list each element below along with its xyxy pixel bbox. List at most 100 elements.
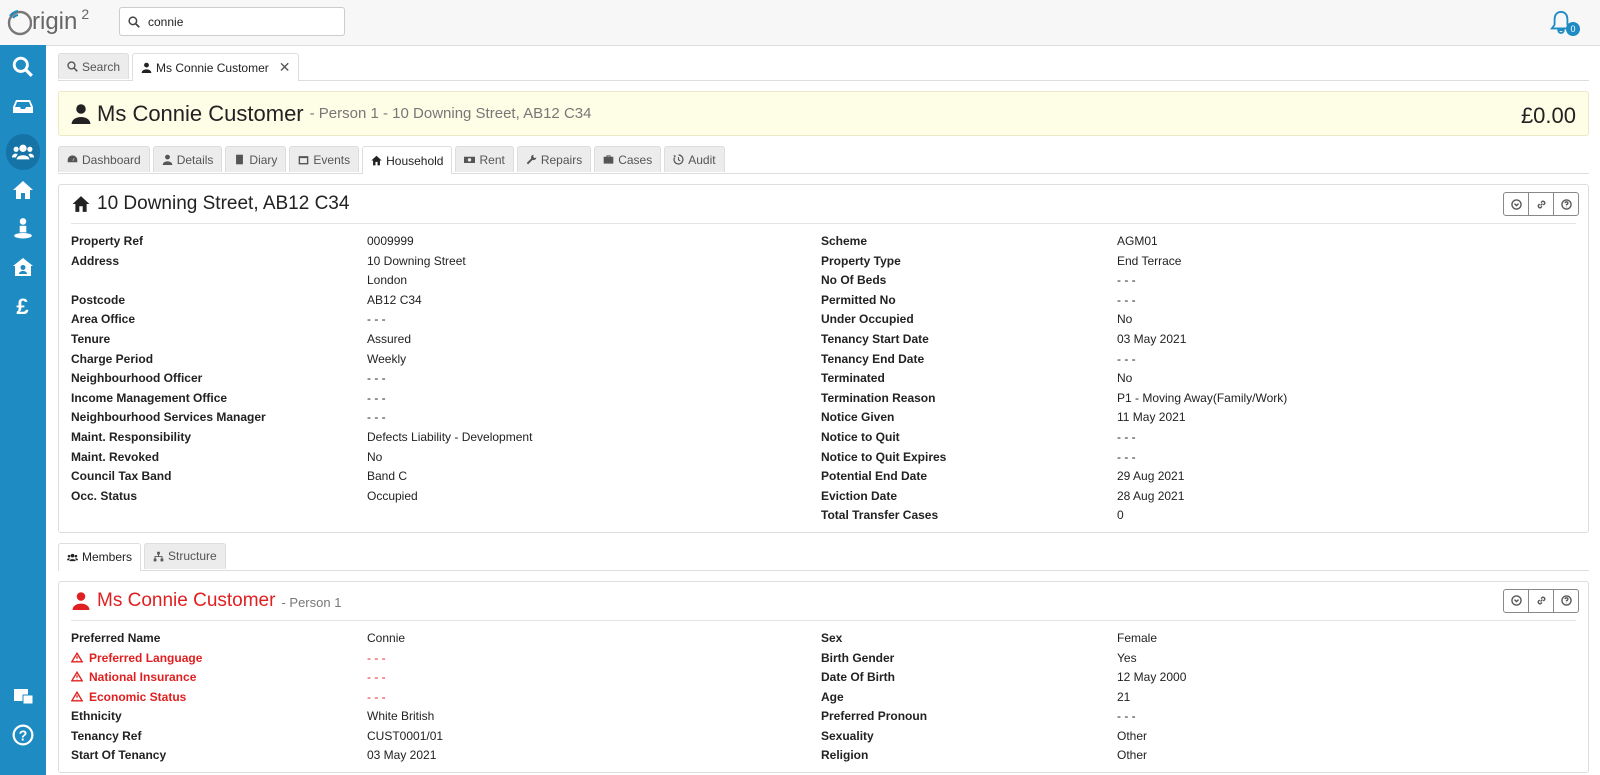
app-logo[interactable]: rigin 2: [6, 6, 89, 38]
field-label: Property Ref: [71, 234, 144, 248]
field-row: Under Occupied No: [821, 310, 1571, 330]
field-label: Notice to Quit: [821, 429, 900, 444]
field-row: Termination Reason P1 - Moving Away(Famil…: [821, 389, 1571, 409]
field-label: Tenancy Start Date: [821, 331, 929, 346]
warning-icon: [70, 651, 84, 662]
link-button[interactable]: [1528, 589, 1553, 612]
sidebar-properties[interactable]: [0, 172, 46, 208]
field-value: 21: [1117, 689, 1131, 704]
help-button[interactable]: [1553, 193, 1578, 215]
field-label: Scheme: [821, 234, 868, 248]
sidebar-search[interactable]: [0, 49, 46, 85]
member-panel: Ms Connie Customer - Person 1 Preferred …: [58, 580, 1589, 774]
member-subtitle: - Person 1: [281, 595, 342, 611]
notifications-button[interactable]: 0: [1550, 10, 1580, 36]
sidebar-person-location[interactable]: [0, 210, 46, 246]
users-icon: [12, 144, 34, 160]
global-search[interactable]: [119, 7, 345, 36]
question-circle-icon: [1560, 595, 1572, 607]
tab-diary[interactable]: Diary: [225, 146, 287, 172]
field-value: 03 May 2021: [1117, 331, 1187, 346]
tab-members[interactable]: Members: [58, 542, 142, 571]
tab-cases[interactable]: Cases: [594, 146, 662, 172]
field-row: Ethnicity White British: [71, 707, 821, 727]
users-icon: [67, 553, 78, 562]
tab-household[interactable]: Household: [362, 146, 453, 174]
field-row: Eviction Date 28 Aug 2021: [821, 487, 1571, 507]
tab-audit[interactable]: Audit: [664, 146, 725, 172]
tab-person[interactable]: Ms Connie Customer ✕: [132, 53, 300, 81]
sidebar-inbox[interactable]: [0, 88, 46, 124]
tab-events[interactable]: Events: [289, 146, 360, 172]
field-row: Tenancy Ref CUST0001/01: [71, 727, 821, 747]
field-label: Tenancy Ref: [71, 728, 142, 743]
user-icon: [72, 592, 90, 610]
field-label: Address: [71, 253, 120, 268]
sidebar-help[interactable]: ?: [0, 717, 46, 753]
field-value: - - -: [367, 410, 386, 425]
sidebar-contacts[interactable]: [0, 678, 46, 714]
wrench-icon: [526, 154, 537, 165]
warning-icon: [70, 670, 84, 682]
field-row: Total Transfer Cases 0: [821, 506, 1571, 526]
tab-label: Audit: [688, 152, 716, 167]
link-button[interactable]: [1528, 193, 1553, 215]
tab-dashboard[interactable]: Dashboard: [58, 146, 150, 172]
field-label: Tenure: [71, 331, 111, 346]
field-row: Sex Female: [821, 629, 1571, 649]
home-icon: [72, 196, 90, 212]
person-pin-icon: [14, 218, 32, 239]
search-input[interactable]: [148, 14, 328, 29]
sidebar-housing[interactable]: [0, 249, 46, 285]
field-row-warning: Economic Status - - -: [70, 688, 821, 708]
field-row: Start Of Tenancy 03 May 2021: [71, 746, 821, 766]
field-label: Religion: [821, 748, 869, 763]
expand-button[interactable]: [1504, 590, 1528, 612]
field-value: No: [1117, 371, 1133, 386]
field-value: 28 Aug 2021: [1117, 488, 1185, 503]
field-label: No Of Beds: [821, 273, 887, 288]
tab-label: Dashboard: [82, 152, 141, 167]
tab-structure[interactable]: Structure: [144, 542, 226, 569]
field-label: Date Of Birth: [821, 670, 896, 685]
logo-version: 2: [81, 6, 90, 22]
tab-search[interactable]: Search: [58, 53, 130, 79]
tab-rent[interactable]: Rent: [455, 146, 514, 172]
sidebar-people[interactable]: [0, 134, 46, 170]
money-icon: [464, 156, 476, 163]
field-label-text: Preferred Language: [89, 650, 203, 665]
search-icon: [128, 15, 140, 28]
expand-button[interactable]: [1504, 193, 1528, 215]
field-label: Age: [821, 689, 844, 704]
tab-label: Members: [82, 550, 133, 565]
field-label: Terminated: [821, 371, 885, 386]
home-icon: [13, 181, 33, 199]
tab-label: Ms Connie Customer: [156, 60, 269, 75]
help-button[interactable]: [1553, 589, 1578, 612]
field-row: Maint. Revoked No: [71, 448, 821, 468]
field-label: Termination Reason: [821, 390, 936, 405]
field-value: - - -: [367, 312, 386, 327]
field-label: Sexuality: [821, 728, 874, 743]
field-value: 0: [1117, 508, 1124, 523]
sidebar-finance[interactable]: £: [0, 287, 46, 323]
field-value: No: [367, 449, 383, 464]
field-row: Notice to Quit - - -: [821, 428, 1571, 448]
tab-details[interactable]: Details: [152, 146, 223, 172]
field-row: Council Tax Band Band C: [71, 467, 821, 487]
close-tab-button[interactable]: ✕: [279, 59, 291, 76]
user-icon: [71, 103, 91, 124]
person-name: Ms Connie Customer: [97, 100, 304, 126]
field-row: Area Office - - -: [71, 310, 821, 330]
field-value: End Terrace: [1117, 253, 1182, 268]
field-row: Maint. Responsibility Defects Liability -…: [71, 428, 821, 448]
field-row: Potential End Date 29 Aug 2021: [821, 467, 1571, 487]
field-row: Address 10 Downing Street London: [71, 252, 821, 291]
field-label-text: National Insurance: [89, 670, 197, 685]
field-label: Income Management Office: [71, 390, 228, 405]
account-balance: £0.00: [1520, 103, 1576, 128]
tab-repairs[interactable]: Repairs: [516, 146, 592, 172]
tab-label: Repairs: [540, 152, 583, 167]
home-icon: [371, 155, 382, 166]
book-icon: [236, 154, 244, 165]
